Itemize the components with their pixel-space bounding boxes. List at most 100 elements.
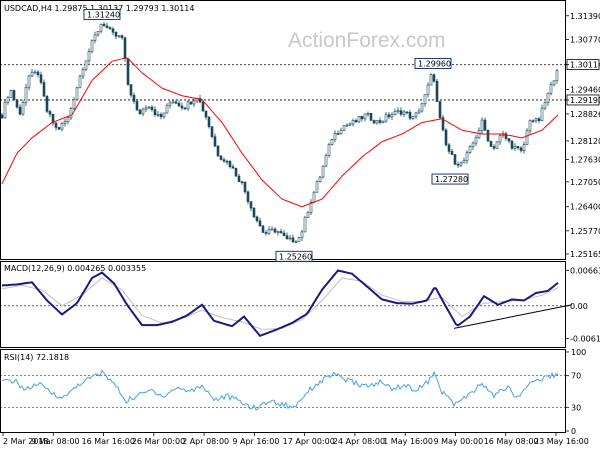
candle [321, 165, 325, 179]
candle-body [519, 147, 523, 151]
candle [438, 100, 442, 120]
rsi-axis-label: 70 [571, 372, 581, 381]
candle-body [396, 110, 400, 112]
candle-body [213, 136, 217, 147]
candle-body [417, 110, 421, 114]
price-axis-label: 1.25165 [570, 250, 600, 259]
candle-body [315, 181, 319, 193]
candle [435, 78, 439, 102]
candle-body [294, 241, 298, 243]
rsi-axis-label: 30 [571, 403, 581, 412]
candle-body [201, 101, 205, 112]
candle-body [219, 155, 223, 160]
x-axis-label: 2 Apr 08:00 [182, 437, 229, 446]
candle-body [270, 228, 274, 231]
candle [75, 86, 79, 101]
candle-body [330, 139, 334, 145]
candle [234, 167, 238, 177]
candle-body [276, 231, 280, 233]
candle-body [318, 176, 322, 183]
candle-body [12, 90, 16, 100]
candle-body [303, 217, 307, 233]
candle-body [0, 114, 4, 119]
price-axis-label: 1.28826 [570, 110, 600, 119]
candle-body [408, 112, 412, 119]
candle-body [207, 116, 211, 127]
candle-body [72, 99, 76, 109]
candle-body [339, 130, 343, 135]
candle [330, 138, 334, 146]
candle-body [60, 123, 64, 130]
candle-body [414, 112, 418, 117]
candle-body [45, 96, 49, 112]
macd-axis-label: -0.006114 [570, 335, 600, 344]
candle-body [18, 106, 22, 115]
x-axis-label: 23 May 16:00 [534, 437, 589, 446]
candle-body [150, 106, 154, 111]
candle-body [423, 94, 427, 105]
candle-body [522, 144, 526, 151]
candle [441, 114, 445, 132]
candle-body [348, 123, 352, 126]
candle-body [534, 118, 538, 122]
candle-body [96, 30, 100, 36]
candle-body [312, 191, 316, 203]
candle-body [192, 100, 196, 105]
candle-body [267, 228, 271, 234]
candle-body [33, 71, 37, 74]
candle-body [351, 120, 355, 125]
candle-body [123, 37, 127, 59]
candle-body [486, 129, 490, 142]
candle [45, 94, 49, 113]
price-axis-label: 1.30770 [570, 36, 600, 45]
candle-body [252, 207, 256, 218]
candle-body [387, 114, 391, 118]
candle [495, 140, 499, 150]
candle [252, 207, 256, 219]
candle-body [369, 112, 373, 121]
candle-body [516, 146, 520, 149]
candle [369, 112, 373, 121]
price-annotation: 1.29960 [414, 57, 452, 69]
candle-body [510, 140, 514, 149]
candle [297, 236, 301, 242]
candle-body [474, 137, 478, 144]
candle-body [366, 112, 370, 115]
candle-body [288, 237, 292, 240]
candle-body [297, 237, 301, 242]
candle-body [159, 113, 163, 118]
price-axis-label: 1.27630 [570, 156, 600, 165]
candle-body [549, 84, 553, 94]
price-axis-label: 1.28120 [570, 137, 600, 146]
x-axis-label: 9 Mar 08:00 [31, 437, 79, 446]
candle-body [66, 117, 70, 122]
candle-body [78, 75, 82, 89]
candle-body [165, 104, 169, 114]
price-annotation: 1.27280 [431, 173, 469, 185]
candle-body [393, 111, 397, 115]
candle [489, 140, 493, 147]
candle-body [27, 75, 31, 88]
candle-body [540, 107, 544, 121]
candle-body [543, 102, 547, 109]
candle-body [273, 228, 277, 233]
candle-body [39, 74, 43, 83]
candle-body [249, 201, 253, 209]
candle [24, 83, 28, 106]
candle-body [21, 102, 25, 115]
x-axis-label: 16 May 08:00 [484, 437, 539, 446]
candle-body [429, 74, 433, 86]
candle-body [102, 23, 106, 27]
candle-body [129, 84, 133, 96]
candle [207, 116, 211, 129]
candle-body [498, 135, 502, 143]
candle [126, 58, 130, 86]
candle [486, 129, 490, 142]
candle-body [405, 111, 409, 114]
candle-body [459, 162, 463, 166]
candle-body [177, 102, 181, 107]
candle-body [144, 107, 148, 110]
candle [342, 124, 346, 132]
x-axis-label: 17 Apr 00:00 [283, 437, 335, 446]
candle-body [447, 144, 451, 152]
